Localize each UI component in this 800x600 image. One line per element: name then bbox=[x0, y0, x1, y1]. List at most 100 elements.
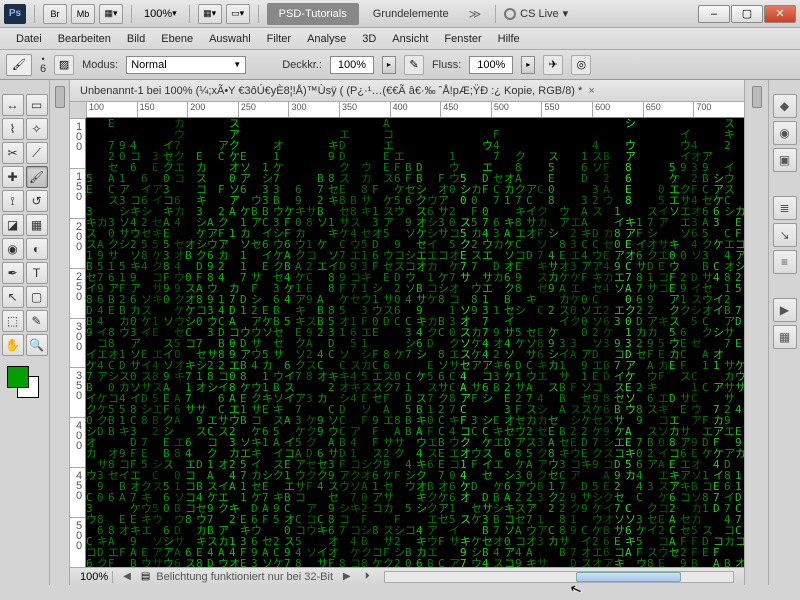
view-extras-button[interactable]: ▦▾ bbox=[99, 4, 123, 24]
menu-filter[interactable]: Filter bbox=[259, 28, 299, 49]
tool-blur[interactable]: ◉ bbox=[2, 238, 24, 260]
tool-eraser[interactable]: ◪ bbox=[2, 214, 24, 236]
status-nav-end-icon[interactable]: ⏵ bbox=[361, 571, 374, 582]
opacity-input[interactable]: 100% bbox=[330, 56, 374, 74]
panel-color-icon[interactable]: ◉ bbox=[773, 121, 797, 145]
mode-label: Modus: bbox=[82, 59, 118, 71]
toolbox: ↔ ▭ ⌇ ✧ ✂ ⟋ ✚ 🖌 ⟟ ↺ ◪ ▦ ◉ ◐ ✒ T ↖ ▢ ⬚ ✎ … bbox=[0, 80, 50, 585]
panel-channel-mixer-icon[interactable]: ↘ bbox=[773, 223, 797, 247]
flow-label: Fluss: bbox=[432, 59, 461, 71]
blend-mode-select[interactable]: Normal▼ bbox=[126, 56, 246, 74]
window-minimize-button[interactable]: – bbox=[698, 5, 730, 23]
tool-crop[interactable]: ✂ bbox=[2, 142, 24, 164]
tool-healing[interactable]: ✚ bbox=[2, 166, 24, 188]
right-panels: ◆ ◉ ▣ ≣ ↘ ≡ ▶ ▦ bbox=[768, 80, 800, 585]
status-message: Belichtung funktioniert nur bei 32-Bit bbox=[156, 571, 333, 583]
tool-wand[interactable]: ✧ bbox=[26, 118, 48, 140]
panel-swatches-icon[interactable]: ◆ bbox=[773, 94, 797, 118]
tool-3d[interactable]: ⬚ bbox=[2, 310, 24, 332]
document-title: Unbenannt-1 bei 100% (¼;xÃ•Y €3ôÚ€yÈ8¦!Å… bbox=[80, 85, 582, 97]
mini-bridge-button[interactable]: Mb bbox=[71, 4, 95, 24]
zoom-display[interactable]: 100% ▾ bbox=[140, 4, 181, 24]
workspace-primary[interactable]: PSD-Tutorials bbox=[267, 3, 359, 25]
tool-brush[interactable]: 🖌 bbox=[26, 166, 48, 188]
tablet-pressure-toggle[interactable]: ◎ bbox=[571, 55, 591, 75]
menu-bearbeiten[interactable]: Bearbeiten bbox=[50, 28, 119, 49]
status-nav-left-icon[interactable]: ◀ bbox=[119, 571, 135, 582]
arrange-documents-button[interactable]: ▦▾ bbox=[198, 4, 222, 24]
brush-panel-toggle[interactable]: ▨ bbox=[54, 55, 74, 75]
flow-slider-icon[interactable]: ▸ bbox=[521, 56, 535, 74]
tool-hand[interactable]: ✋ bbox=[2, 334, 24, 356]
workspace-main: ↔ ▭ ⌇ ✧ ✂ ⟋ ✚ 🖌 ⟟ ↺ ◪ ▦ ◉ ◐ ✒ T ↖ ▢ ⬚ ✎ … bbox=[0, 80, 800, 585]
tool-preset-picker[interactable]: 🖌 bbox=[6, 54, 32, 76]
chevron-down-icon: ▼ bbox=[233, 60, 241, 69]
workspace-secondary[interactable]: Grundelemente bbox=[363, 3, 459, 25]
panel-adjustments-icon[interactable]: ≣ bbox=[773, 196, 797, 220]
foreground-color-swatch[interactable] bbox=[7, 366, 29, 388]
collapsed-panel-nub[interactable] bbox=[752, 86, 762, 108]
scrollbar-thumb[interactable] bbox=[576, 572, 680, 582]
tool-marquee[interactable]: ▭ bbox=[26, 94, 48, 116]
canvas[interactable]: 5 E 3 キ ス ス 1 B セ イ 8 D B 9 イ ケ 7 B イ ク … bbox=[86, 118, 744, 567]
tool-type[interactable]: T bbox=[26, 262, 48, 284]
tool-stamp[interactable]: ⟟ bbox=[2, 190, 24, 212]
tool-history-brush[interactable]: ↺ bbox=[26, 190, 48, 212]
cs-live-icon bbox=[504, 8, 516, 20]
menu-analyse[interactable]: Analyse bbox=[299, 28, 354, 49]
cs-live-button[interactable]: CS Live ▾ bbox=[504, 7, 568, 20]
close-document-icon[interactable]: × bbox=[588, 85, 594, 97]
tool-gradient[interactable]: ▦ bbox=[26, 214, 48, 236]
menu-3d[interactable]: 3D bbox=[354, 28, 384, 49]
options-bar: 🖌 •6 ▨ Modus: Normal▼ Deckkr.: 100% ▸ ✎ … bbox=[0, 50, 800, 80]
tool-dodge[interactable]: ◐ bbox=[26, 238, 48, 260]
window-close-button[interactable]: ✕ bbox=[764, 5, 796, 23]
collapsed-panel-nub[interactable] bbox=[55, 86, 65, 108]
tool-path[interactable]: ↖ bbox=[2, 286, 24, 308]
menu-ansicht[interactable]: Ansicht bbox=[384, 28, 436, 49]
document-tab[interactable]: Unbenannt-1 bei 100% (¼;xÃ•Y €3ôÚ€yÈ8¦!Å… bbox=[70, 80, 744, 102]
bridge-button[interactable]: Br bbox=[43, 4, 67, 24]
horizontal-scrollbar[interactable] bbox=[384, 571, 734, 583]
tool-lasso[interactable]: ⌇ bbox=[2, 118, 24, 140]
tool-move[interactable]: ↔ bbox=[2, 94, 24, 116]
brush-icon: 🖌 bbox=[12, 58, 26, 71]
menu-fenster[interactable]: Fenster bbox=[436, 28, 489, 49]
ruler-horizontal[interactable]: 100 150 200 250 300 350 400 450 500 550 … bbox=[86, 102, 744, 118]
app-header: Ps Br Mb ▦▾ 100% ▾ ▦▾ ▭▾ PSD-Tutorials G… bbox=[0, 0, 800, 28]
brush-preset-picker[interactable]: •6 bbox=[40, 55, 46, 75]
screen-mode-button[interactable]: ▭▾ bbox=[226, 4, 250, 24]
right-panel-strip bbox=[744, 80, 768, 585]
status-bar: 100% ◀ ▤ Belichtung funktioniert nur bei… bbox=[70, 567, 744, 585]
tool-pen[interactable]: ✒ bbox=[2, 262, 24, 284]
tool-shape[interactable]: ▢ bbox=[26, 286, 48, 308]
flow-input[interactable]: 100% bbox=[469, 56, 513, 74]
menu-bild[interactable]: Bild bbox=[119, 28, 153, 49]
panel-info-icon[interactable]: ▦ bbox=[773, 325, 797, 349]
status-menu-icon[interactable]: ▤ bbox=[141, 571, 150, 582]
opacity-slider-icon[interactable]: ▸ bbox=[382, 56, 396, 74]
opacity-pressure-toggle[interactable]: ✎ bbox=[404, 55, 424, 75]
tool-note[interactable]: ✎ bbox=[26, 310, 48, 332]
window-maximize-button[interactable]: ▢ bbox=[731, 5, 763, 23]
color-swatches[interactable] bbox=[5, 366, 45, 406]
left-panel-strip bbox=[50, 80, 70, 585]
airbrush-toggle[interactable]: ✈ bbox=[543, 55, 563, 75]
tool-zoom[interactable]: 🔍 bbox=[26, 334, 48, 356]
menu-ebene[interactable]: Ebene bbox=[153, 28, 201, 49]
status-nav-right-icon[interactable]: ▶ bbox=[339, 571, 355, 582]
app-logo: Ps bbox=[4, 4, 26, 24]
zoom-value[interactable]: 100% bbox=[76, 571, 113, 583]
panel-navigator-icon[interactable]: ▣ bbox=[773, 148, 797, 172]
menu-hilfe[interactable]: Hilfe bbox=[490, 28, 528, 49]
tool-eyedropper[interactable]: ⟋ bbox=[26, 142, 48, 164]
ruler-vertical[interactable]: 100 150 200 250 300 350 400 450 500 bbox=[70, 118, 86, 567]
menu-datei[interactable]: Datei bbox=[8, 28, 50, 49]
document-area: Unbenannt-1 bei 100% (¼;xÃ•Y €3ôÚ€yÈ8¦!Å… bbox=[70, 80, 744, 585]
opacity-label: Deckkr.: bbox=[282, 59, 322, 71]
panel-animation-icon[interactable]: ▶ bbox=[773, 298, 797, 322]
workspace-more-icon[interactable]: ≫ bbox=[469, 7, 482, 21]
panel-actions-icon[interactable]: ≡ bbox=[773, 250, 797, 274]
menu-bar: Datei Bearbeiten Bild Ebene Auswahl Filt… bbox=[0, 28, 800, 50]
menu-auswahl[interactable]: Auswahl bbox=[201, 28, 259, 49]
